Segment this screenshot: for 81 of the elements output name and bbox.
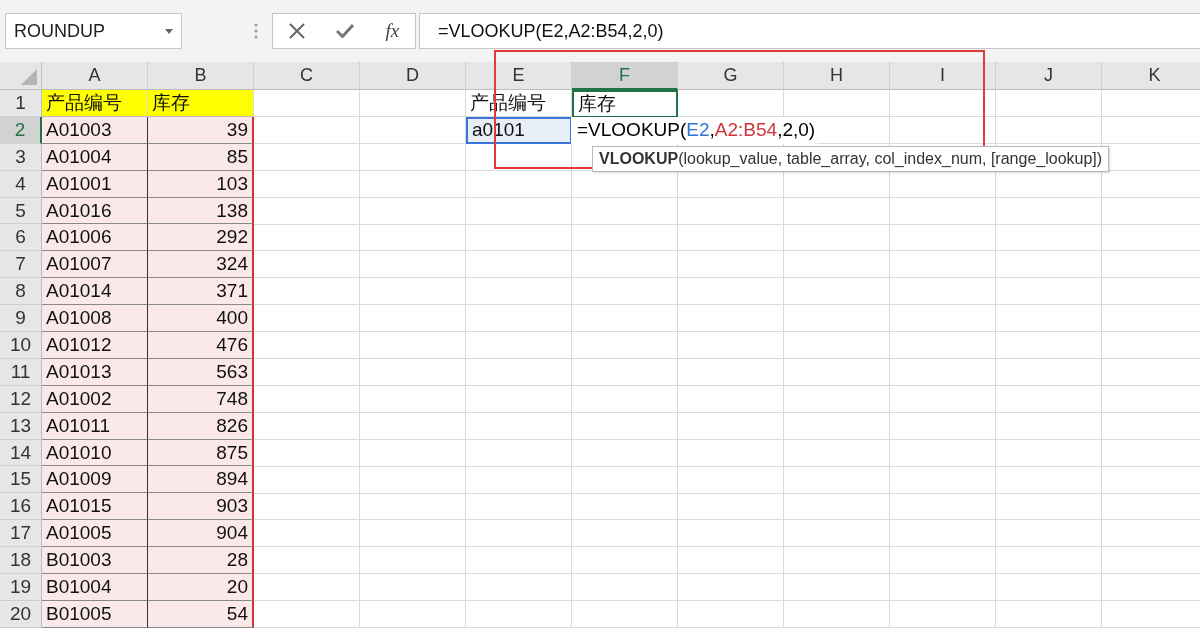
column-header[interactable]: I	[890, 62, 996, 90]
row-header[interactable]: 7	[0, 251, 42, 279]
insert-function-button[interactable]: fx	[385, 20, 400, 42]
formula-input[interactable]: =VLOOKUP(E2,A2:B54,2,0)	[419, 13, 1200, 49]
column-header[interactable]: A	[42, 62, 148, 90]
table-cell: A01005	[42, 520, 148, 548]
row-header[interactable]: 10	[0, 332, 42, 359]
table-cell: 476	[148, 332, 254, 359]
row-header[interactable]: 3	[0, 143, 42, 171]
table-cell: 138	[148, 197, 254, 225]
table-cell: A01006	[42, 224, 148, 252]
column-header[interactable]: J	[996, 62, 1102, 90]
row-header[interactable]: 4	[0, 170, 42, 198]
column-header[interactable]: G	[678, 62, 784, 90]
table-cell: A01013	[42, 358, 148, 386]
cell-editor[interactable]: =VLOOKUP(E2,A2:B54,2,0)	[571, 116, 818, 144]
table-cell: 54	[148, 600, 254, 628]
grip-icon[interactable]	[254, 22, 258, 40]
check-icon[interactable]	[336, 24, 355, 38]
table-cell: 904	[148, 520, 254, 548]
table-cell: 292	[148, 224, 254, 252]
table-cell: 400	[148, 305, 254, 332]
name-box-value: ROUNDUP	[14, 20, 105, 42]
row-header[interactable]: 19	[0, 574, 42, 601]
row-header[interactable]: 12	[0, 385, 42, 413]
table-cell: 39	[148, 116, 254, 144]
table-cell: 748	[148, 385, 254, 413]
row-header[interactable]: 2	[0, 116, 42, 144]
column-header[interactable]: H	[784, 62, 890, 90]
table-cell: 894	[148, 466, 254, 494]
table-cell: A01009	[42, 466, 148, 494]
table-cell: B01003	[42, 547, 148, 575]
table-cell: A01016	[42, 197, 148, 225]
cancel-icon[interactable]	[288, 23, 305, 39]
table-cell: A01001	[42, 170, 148, 198]
table-cell: 产品编号	[42, 90, 148, 117]
table-cell: 20	[148, 574, 254, 601]
table-cell: A01003	[42, 116, 148, 144]
row-header[interactable]: 20	[0, 600, 42, 628]
table-cell: A01008	[42, 305, 148, 332]
caret-icon[interactable]	[165, 28, 173, 34]
table-cell: 563	[148, 358, 254, 386]
table-cell: A01011	[42, 412, 148, 440]
row-header[interactable]: 8	[0, 278, 42, 306]
table-cell: 28	[148, 547, 254, 575]
table-cell: B01004	[42, 574, 148, 601]
name-box[interactable]: ROUNDUP	[5, 13, 182, 49]
column-header[interactable]: E	[466, 62, 572, 90]
table-cell: B01005	[42, 600, 148, 628]
column-header[interactable]: D	[360, 62, 466, 90]
table-cell: A01012	[42, 332, 148, 359]
column-header[interactable]: F	[572, 62, 678, 90]
table-cell: 875	[148, 439, 254, 467]
table-cell: A01007	[42, 251, 148, 279]
row-header[interactable]: 9	[0, 305, 42, 332]
table-cell: 903	[148, 493, 254, 521]
table-cell: A01010	[42, 439, 148, 467]
column-header[interactable]: C	[254, 62, 360, 90]
column-header[interactable]: B	[148, 62, 254, 90]
row-header[interactable]: 13	[0, 412, 42, 440]
table-cell: 371	[148, 278, 254, 306]
table-cell: 85	[148, 143, 254, 171]
row-header[interactable]: 15	[0, 466, 42, 494]
table-cell: 103	[148, 170, 254, 198]
table-cell: 826	[148, 412, 254, 440]
function-tooltip: VLOOKUP(lookup_value, table_array, col_index_num, [range_lookup])	[592, 146, 1110, 172]
row-header[interactable]: 6	[0, 224, 42, 252]
row-header[interactable]: 18	[0, 547, 42, 575]
row-header[interactable]: 16	[0, 493, 42, 521]
row-header[interactable]: 14	[0, 439, 42, 467]
row-header[interactable]: 11	[0, 358, 42, 386]
table-cell: 库存	[148, 90, 254, 117]
table-cell: A01002	[42, 385, 148, 413]
table-cell: A01004	[42, 143, 148, 171]
row-header[interactable]: 5	[0, 197, 42, 225]
column-header[interactable]: K	[1102, 62, 1200, 90]
table-cell: 324	[148, 251, 254, 279]
row-header[interactable]: 1	[0, 90, 42, 117]
row-header[interactable]: 17	[0, 520, 42, 548]
table-cell: A01014	[42, 278, 148, 306]
table-cell: A01015	[42, 493, 148, 521]
